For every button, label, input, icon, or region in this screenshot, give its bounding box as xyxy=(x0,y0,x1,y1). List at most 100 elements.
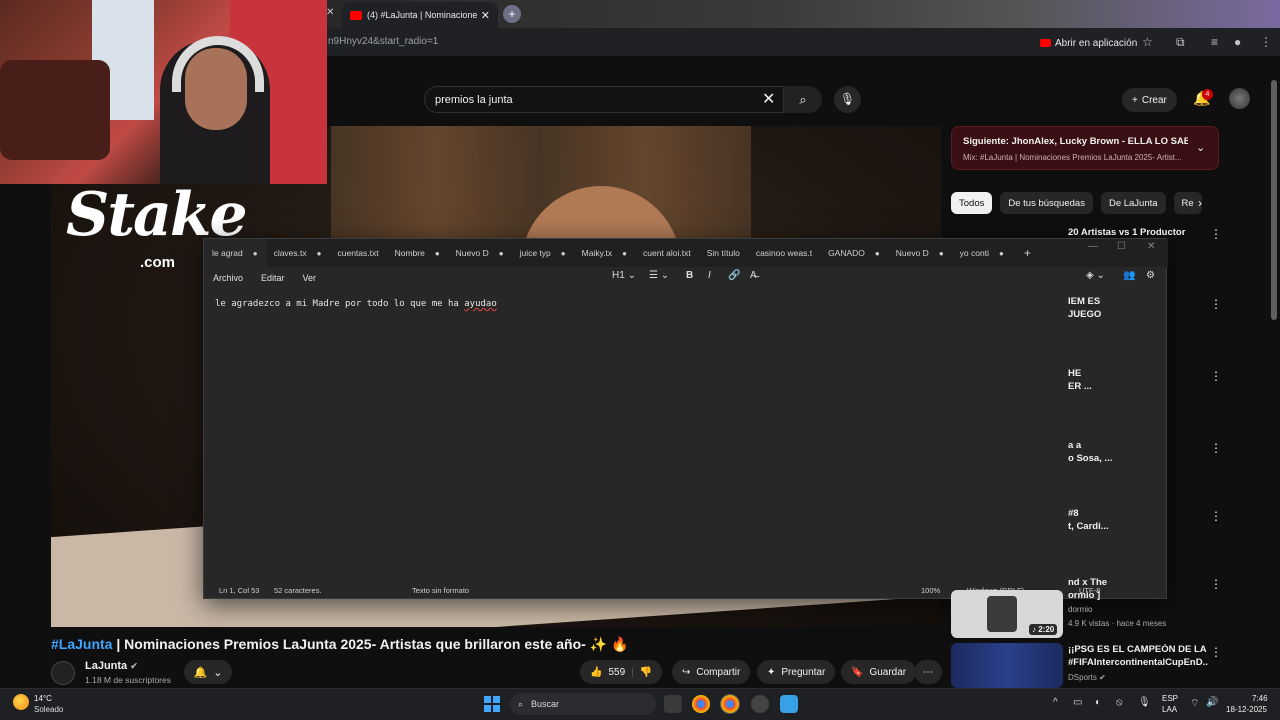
menu-editar[interactable]: Editar xyxy=(252,273,294,283)
rec-channel[interactable]: dormio xyxy=(1068,605,1092,614)
menu-kebab-icon[interactable]: ⋮ xyxy=(1260,35,1272,49)
more-vert-icon[interactable]: ⋮ xyxy=(1210,441,1222,455)
clear-format-icon[interactable]: A̶ xyxy=(750,270,757,281)
rec-title[interactable]: #8 xyxy=(1068,508,1208,520)
weather-temperature[interactable]: 14°C xyxy=(34,694,52,703)
clock-date[interactable]: 18-12-2025 xyxy=(1226,705,1267,714)
notepad-tab[interactable]: yo conti ● xyxy=(952,239,1012,267)
minimize-icon[interactable]: — xyxy=(1088,241,1098,252)
account-avatar[interactable] xyxy=(1229,88,1250,109)
account-icon[interactable]: 👥 xyxy=(1123,270,1135,281)
tray-wifi-icon[interactable]: ⌔ xyxy=(1190,697,1199,710)
tray-network-icon[interactable]: ⦸ xyxy=(1116,697,1123,708)
settings-gear-icon[interactable]: ⚙ xyxy=(1146,270,1155,281)
copilot-icon[interactable]: ◈ ⌄ xyxy=(1086,270,1105,281)
notepad-tab[interactable]: GANADO ● xyxy=(820,239,888,267)
rec-title[interactable]: a a xyxy=(1068,440,1208,452)
notepad-new-tab-button[interactable]: + xyxy=(1012,246,1043,260)
share-button[interactable]: ↪ Compartir xyxy=(672,660,751,684)
chip-lajunta[interactable]: De LaJunta xyxy=(1100,192,1166,214)
menu-ver[interactable]: Ver xyxy=(294,273,326,283)
notepad-tab[interactable]: casinoo weas.t xyxy=(748,239,820,267)
page-scrollbar[interactable] xyxy=(1271,80,1277,320)
tray-mic-icon[interactable]: 🎙 xyxy=(1138,697,1151,708)
notepad-icon[interactable] xyxy=(780,695,798,713)
more-vert-icon[interactable]: ⋮ xyxy=(1210,645,1222,659)
notepad-tab[interactable]: claves.tx ● xyxy=(266,239,330,267)
rec-title[interactable]: 20 Artistas vs 1 Productor xyxy=(1068,227,1208,239)
ask-button[interactable]: ✦ Preguntar xyxy=(757,660,836,684)
browser-tab-active[interactable]: (4) #LaJunta | Nominaciones P ✕ xyxy=(342,2,498,28)
rec-title[interactable]: ¡¡PSG ES EL CAMPEÓN DE LA xyxy=(1068,644,1208,656)
video-hashtag[interactable]: #LaJunta xyxy=(51,636,112,652)
more-vert-icon[interactable]: ⋮ xyxy=(1210,227,1222,241)
chevron-right-icon[interactable]: › xyxy=(1198,196,1202,210)
more-vert-icon[interactable]: ⋮ xyxy=(1210,509,1222,523)
chip-busquedas[interactable]: De tus búsquedas xyxy=(1000,192,1093,214)
new-tab-button[interactable]: + xyxy=(503,5,521,23)
rec-title[interactable]: HE xyxy=(1068,368,1208,380)
create-button[interactable]: + Crear xyxy=(1122,88,1177,112)
search-input[interactable]: premios la junta xyxy=(424,86,784,113)
notepad-tab[interactable]: cuent aloi.txt xyxy=(635,239,699,267)
channel-name[interactable]: LaJunta ✔ xyxy=(85,660,138,672)
clear-search-icon[interactable]: ✕ xyxy=(762,89,775,109)
language-code[interactable]: ESP xyxy=(1162,694,1178,703)
maximize-icon[interactable]: ☐ xyxy=(1117,241,1126,252)
up-next-banner[interactable]: Siguiente: JhonAlex, Lucky Brown - ELLA … xyxy=(951,126,1219,170)
more-vert-icon[interactable]: ⋮ xyxy=(1210,577,1222,591)
notepad-tab[interactable]: Maiky.tx ● xyxy=(574,239,635,267)
rec-title[interactable]: nd x The xyxy=(1068,577,1208,589)
media-control-icon[interactable]: ≡ xyxy=(1211,35,1218,49)
voice-search-button[interactable]: 🎙 xyxy=(834,86,861,113)
task-view-icon[interactable] xyxy=(664,695,682,713)
subscription-bell-button[interactable]: 🔔 ⌄ xyxy=(184,660,232,684)
notepad-tab[interactable]: Nuevo D ● xyxy=(448,239,512,267)
notepad-tab[interactable]: Sin título xyxy=(699,239,748,267)
notepad-tab[interactable]: juice typ ● xyxy=(512,239,574,267)
bold-icon[interactable]: B xyxy=(686,270,693,281)
tray-chevron-up-icon[interactable]: ^ xyxy=(1053,697,1058,708)
url-text[interactable]: n9Hnyv24&start_radio=1 xyxy=(328,36,438,47)
chip-todos[interactable]: Todos xyxy=(951,192,993,214)
notepad-tab[interactable]: Nombre ● xyxy=(387,239,448,267)
rec-thumbnail[interactable]: ♪ 2:20 xyxy=(951,590,1063,638)
like-button[interactable]: 👍 559 | 👎 xyxy=(580,660,663,684)
weather-sun-icon[interactable] xyxy=(13,694,29,710)
link-icon[interactable]: 🔗 xyxy=(728,270,740,281)
zoom-level[interactable]: 100% xyxy=(921,586,940,595)
app-icon[interactable] xyxy=(751,695,769,713)
more-actions-button[interactable]: ⋯ xyxy=(914,660,942,684)
clock-time[interactable]: 7:46 xyxy=(1252,694,1268,703)
bookmark-star-icon[interactable]: ☆ xyxy=(1142,35,1153,49)
chrome-icon[interactable] xyxy=(692,695,710,713)
rec-channel[interactable]: DSports ✔ xyxy=(1068,673,1106,682)
close-tab-icon[interactable]: ✕ xyxy=(326,7,334,18)
open-in-app-button[interactable]: Abrir en aplicación xyxy=(1034,34,1143,52)
close-window-icon[interactable]: ✕ xyxy=(1147,241,1155,252)
notepad-window[interactable]: le agrad ● claves.tx ● cuentas.txt Nombre ●… xyxy=(203,238,1168,599)
menu-archivo[interactable]: Archivo xyxy=(204,273,252,283)
keyboard-layout[interactable]: LAA xyxy=(1162,705,1177,714)
more-vert-icon[interactable]: ⋮ xyxy=(1210,297,1222,311)
rec-title[interactable]: IEM ES xyxy=(1068,296,1208,308)
search-button[interactable]: ⌕ xyxy=(784,86,822,113)
more-vert-icon[interactable]: ⋮ xyxy=(1210,369,1222,383)
heading-dropdown[interactable]: H1 ⌄ xyxy=(612,270,636,281)
windows-start-icon[interactable] xyxy=(484,696,500,712)
notepad-tab[interactable]: cuentas.txt xyxy=(329,239,386,267)
save-button[interactable]: 🔖 Guardar xyxy=(841,660,917,684)
tray-volume-icon[interactable]: 🔊 xyxy=(1206,697,1218,708)
close-tab-icon[interactable]: ✕ xyxy=(481,9,490,22)
chevron-down-icon[interactable]: ⌄ xyxy=(1196,141,1205,154)
taskbar-search-input[interactable]: ⌕ Buscar xyxy=(510,693,656,715)
list-icon[interactable]: ☰ ⌄ xyxy=(649,270,669,281)
notepad-tab[interactable]: Nuevo D ● xyxy=(888,239,952,267)
chrome-active-icon[interactable] xyxy=(720,694,740,714)
notepad-text-area[interactable]: le agradezco a mi Madre por todo lo que … xyxy=(215,299,497,309)
notepad-tab[interactable]: le agrad ● xyxy=(204,239,266,267)
extensions-icon[interactable]: ⧉ xyxy=(1176,35,1185,50)
rec-thumbnail[interactable] xyxy=(951,643,1063,688)
tray-app-icon[interactable]: ◐ xyxy=(1095,697,1101,708)
profile-icon[interactable]: ● xyxy=(1234,35,1241,49)
